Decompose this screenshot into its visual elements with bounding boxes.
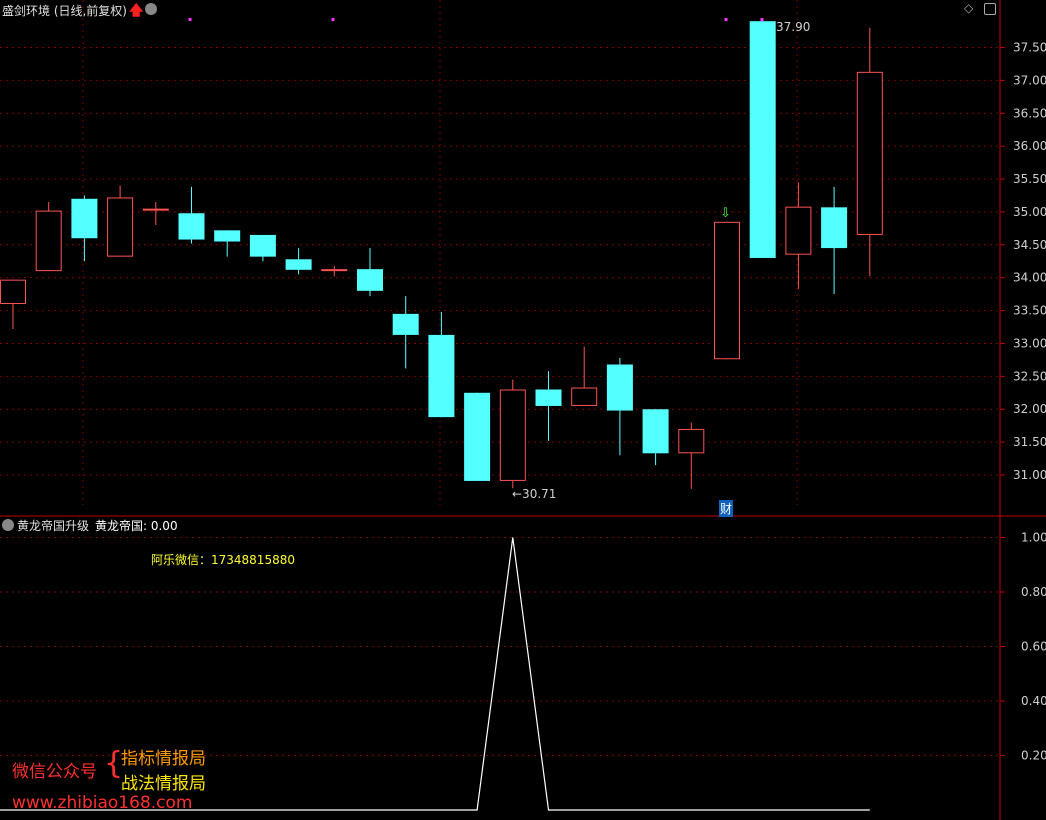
indicator-menu-icon[interactable] xyxy=(2,519,14,531)
candle xyxy=(392,296,419,369)
candle-body xyxy=(35,210,62,272)
y-tick-label: 0.60 xyxy=(1021,640,1046,654)
y-tick-label: 37.00 xyxy=(1013,73,1046,87)
signal-marker xyxy=(331,18,335,21)
candle-body xyxy=(785,206,812,255)
candle xyxy=(249,234,276,262)
candle xyxy=(357,248,383,297)
candle xyxy=(464,392,491,481)
candle-body xyxy=(249,234,276,257)
y-tick-label: 36.00 xyxy=(1013,139,1046,153)
signal-marker xyxy=(760,18,764,21)
candle xyxy=(285,248,312,275)
stock-title: 盛剑环境 (日线,前复权) xyxy=(2,4,127,18)
wm-site[interactable]: www.zhibiao168.com xyxy=(12,793,192,813)
y-tick-label: 34.00 xyxy=(1013,271,1046,285)
candle-body xyxy=(214,230,241,242)
candle xyxy=(642,409,669,466)
y-tick-label: 35.00 xyxy=(1013,205,1046,219)
y-tick-label: 1.00 xyxy=(1021,531,1046,545)
y-tick-label: 0.80 xyxy=(1021,585,1046,599)
candle xyxy=(714,221,740,360)
candle-body xyxy=(606,364,633,411)
candle xyxy=(571,346,598,406)
candle-body xyxy=(499,389,526,481)
y-tick-label: 31.00 xyxy=(1013,468,1046,482)
wm-account-label: 微信公众号 xyxy=(12,762,97,782)
chevron-down-icon[interactable] xyxy=(145,3,157,15)
diamond-icon[interactable]: ◇ xyxy=(964,1,973,15)
candle-body xyxy=(571,387,598,406)
candle xyxy=(0,279,26,329)
finance-badge[interactable]: 财 xyxy=(719,500,734,517)
candle xyxy=(35,202,62,272)
high-price-label: 37.90 xyxy=(776,20,811,34)
candle xyxy=(821,186,848,295)
candle-body xyxy=(856,71,883,235)
candle-body xyxy=(464,392,491,481)
candle-body xyxy=(178,213,205,240)
candle-body xyxy=(642,409,669,454)
candle-body xyxy=(285,259,312,270)
candle-body xyxy=(392,313,419,335)
candle xyxy=(107,185,134,257)
y-tick-label: 36.50 xyxy=(1013,106,1046,120)
y-tick-label: 0.20 xyxy=(1021,749,1046,763)
candle-body xyxy=(714,221,740,360)
contact-text: 阿乐微信：17348815880 xyxy=(151,553,295,567)
candle-body xyxy=(71,198,98,239)
y-tick-label: 35.50 xyxy=(1013,172,1046,186)
wm-line2: 战法情报局 xyxy=(121,774,206,794)
y-tick-label: 0.40 xyxy=(1021,694,1046,708)
indicator-value: 黄龙帝国: 0.00 xyxy=(95,519,178,533)
candle-body xyxy=(821,207,848,249)
candle xyxy=(749,21,776,258)
candle-body xyxy=(107,197,134,257)
candle xyxy=(142,202,169,226)
candle xyxy=(535,371,562,441)
y-tick-label: 33.00 xyxy=(1013,336,1046,350)
y-tick-label: 34.50 xyxy=(1013,238,1046,252)
candle xyxy=(71,195,98,262)
candle-body xyxy=(678,428,705,454)
wm-line1: 指标情报局 xyxy=(121,749,206,769)
arrow-up-icon: 🡅 xyxy=(129,3,144,19)
candle-body xyxy=(749,21,776,258)
candle xyxy=(178,186,205,244)
candles xyxy=(0,21,883,489)
candle-body xyxy=(535,389,562,406)
signal-marker xyxy=(188,18,192,21)
candle xyxy=(856,27,883,277)
candle xyxy=(321,265,348,277)
stock-chart[interactable]: 37.50 37.00 36.50 36.00 35.50 35.00 34.50 34.00… xyxy=(0,0,1046,820)
window-icon[interactable] xyxy=(984,3,996,15)
signal-marker xyxy=(724,18,728,21)
candle xyxy=(678,422,705,489)
candle-body xyxy=(428,334,455,418)
candle xyxy=(214,230,241,257)
candle-body xyxy=(142,208,169,211)
candle-body xyxy=(321,269,348,272)
y-tick-label: 33.50 xyxy=(1013,304,1046,318)
low-price-label: ←30.71 xyxy=(512,487,557,501)
y-tick-label: 32.50 xyxy=(1013,369,1046,383)
y-tick-label: 37.50 xyxy=(1013,41,1046,55)
candle xyxy=(428,311,455,418)
y-tick-label: 31.50 xyxy=(1013,435,1046,449)
indicator-title: 黄龙帝国升级 xyxy=(17,519,90,533)
candle xyxy=(785,182,812,289)
candle xyxy=(499,379,526,489)
y-tick-label: 32.00 xyxy=(1013,402,1046,416)
arrow-down-signal-icon: ⇩ xyxy=(720,206,731,221)
grid xyxy=(0,0,1000,756)
candle-body xyxy=(357,269,383,291)
candle-body xyxy=(0,279,26,304)
candle xyxy=(606,357,633,456)
